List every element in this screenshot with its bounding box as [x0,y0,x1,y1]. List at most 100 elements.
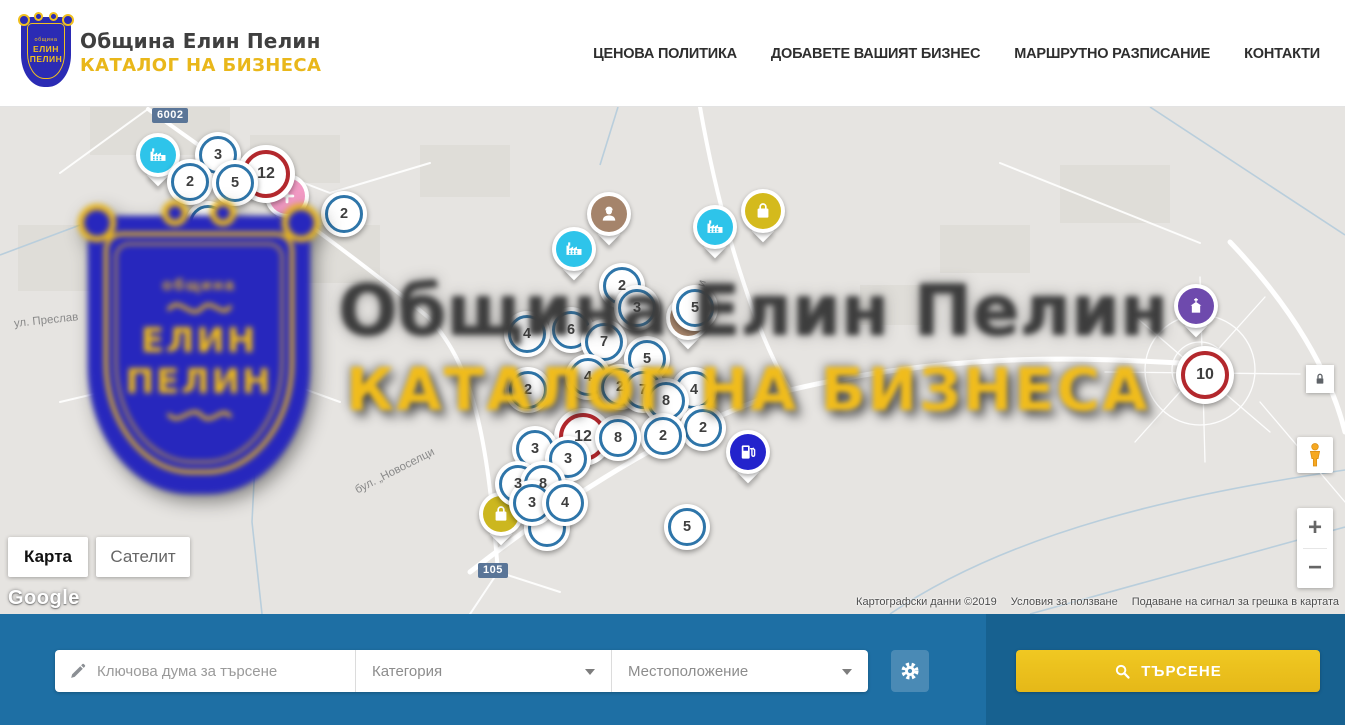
crest-name-line2: ПЕЛИН [30,55,63,65]
cluster-count: 4 [584,369,592,385]
search-fields-group: Категория Местоположение [55,650,868,692]
location-dropdown-label: Местоположение [628,663,748,680]
cluster-marker[interactable]: 4 [504,311,550,357]
pencil-icon [68,662,87,681]
search-bar: Категория Местоположение ТЪРСЕНЕ [0,614,1345,725]
cluster-count: 8 [662,393,670,409]
zoom-in-button[interactable]: + [1297,508,1333,548]
site-title: Община Елин Пелин [80,29,321,53]
cluster-marker[interactable]: 5 [664,504,710,550]
cluster-marker[interactable]: 2 [505,367,551,413]
cluster-count: 5 [683,519,691,535]
cluster-count: 4 [561,495,569,511]
map-attribution: Картографски данни ©2019 Условия за полз… [856,596,1339,608]
pin-church-marker[interactable] [1174,284,1218,344]
cluster-count: 3 [633,300,641,316]
cluster-marker[interactable]: 2 [640,413,686,459]
cluster-count: 2 [186,174,194,190]
site-subtitle: КАТАЛОГ НА БИЗНЕСА [80,55,321,76]
cluster-count: 4 [523,326,531,342]
category-dropdown-label: Категория [372,663,442,680]
cluster-marker[interactable]: 2 [321,191,367,237]
brand-logo[interactable]: община ЕЛИН ПЕЛИН Община Елин Пелин КАТА… [22,18,321,86]
map-type-satellite-button[interactable]: Сателит [96,537,190,577]
zoom-out-button[interactable]: − [1297,549,1333,589]
cluster-count: 12 [574,428,592,446]
cluster-count: 2 [618,278,626,294]
crest-obshtina-text: община [35,37,58,43]
zoom-control: + − [1297,508,1333,588]
crest-scroll-ornament [49,12,58,21]
factory-icon [697,209,733,245]
pin-factory-marker[interactable] [552,227,596,287]
cluster-marker[interactable]: 4 [542,480,588,526]
crest-scroll-ornament [34,12,43,21]
advanced-settings-button[interactable] [891,650,929,692]
gear-icon [899,660,921,682]
cluster-count: 3 [214,147,222,163]
lock-button[interactable] [1306,365,1334,393]
cluster-count: 2 [699,420,707,436]
keyword-search-input[interactable] [97,663,337,680]
cluster-marker[interactable]: 5 [672,285,718,331]
padlock-icon [1312,371,1328,387]
location-dropdown[interactable]: Местоположение [612,650,868,692]
attribution-copyright: Картографски данни ©2019 [856,596,997,608]
street-view-pegman-button[interactable] [1297,437,1333,473]
pin-factory-marker[interactable] [693,205,737,265]
pin-fuel-marker[interactable] [726,430,770,490]
nav-item-add-business[interactable]: ДОБАВЕТЕ ВАШИЯТ БИЗНЕС [771,46,980,62]
cluster-count: 2 [659,428,667,444]
nav-item-contacts[interactable]: КОНТАКТИ [1244,46,1320,62]
cluster-marker[interactable]: 2 [167,159,213,205]
cluster-count: 8 [614,430,622,446]
nav-item-pricing[interactable]: ЦЕНОВА ПОЛИТИКА [593,46,737,62]
cluster-count: 5 [691,300,699,316]
markers-layer: 321252235647542274822128333834510 [0,107,1345,614]
pin-bag-marker[interactable] [741,189,785,249]
search-icon [1114,663,1131,680]
cluster-count: 12 [257,165,275,183]
map-canvas[interactable]: 6002 105 ул. Преслав бул. „Новоселци ции… [0,107,1345,614]
cluster-marker[interactable]: 2 [680,405,726,451]
cluster-count: 3 [514,476,522,492]
google-logo[interactable]: Google [8,587,80,610]
attribution-report-link[interactable]: Подаване на сигнал за грешка в картата [1132,596,1339,608]
cluster-count: 3 [564,451,572,467]
cluster-count: 3 [531,441,539,457]
main-nav: ЦЕНОВА ПОЛИТИКА ДОБАВЕТЕ ВАШИЯТ БИЗНЕС М… [593,0,1320,107]
header: община ЕЛИН ПЕЛИН Община Елин Пелин КАТА… [0,0,1345,107]
nav-item-bus-schedule[interactable]: МАРШРУТНО РАЗПИСАНИЕ [1014,46,1210,62]
cluster-count: 2 [524,382,532,398]
cluster-count: 5 [643,351,651,367]
cluster-marker[interactable]: 10 [1176,346,1234,404]
cluster-marker[interactable] [185,201,231,247]
page: община ЕЛИН ПЕЛИН Община Елин Пелин КАТА… [0,0,1345,725]
chevron-down-icon [842,669,852,675]
chevron-down-icon [585,669,595,675]
cluster-count: 7 [600,334,608,350]
cluster-marker[interactable]: 5 [212,160,258,206]
keyword-field-wrap [55,650,356,692]
worker-icon [591,196,627,232]
cluster-marker[interactable]: 8 [595,415,641,461]
cluster-count: 10 [1196,366,1214,384]
factory-icon [556,231,592,267]
cluster-count: 5 [231,175,239,191]
search-button-label: ТЪРСЕНЕ [1141,663,1222,680]
fuel-icon [730,434,766,470]
attribution-terms-link[interactable]: Условия за ползване [1011,596,1118,608]
cluster-count: 3 [528,495,536,511]
cluster-count: 6 [567,322,575,338]
cluster-count: 2 [616,379,624,395]
pegman-icon [1304,442,1326,468]
cluster-count: 4 [690,382,698,398]
cluster-count: 8 [539,476,547,492]
church-icon [1178,288,1214,324]
cluster-count: 2 [340,206,348,222]
map-type-map-button[interactable]: Карта [8,537,88,577]
search-button[interactable]: ТЪРСЕНЕ [1016,650,1320,692]
municipality-crest-icon: община ЕЛИН ПЕЛИН [22,18,70,86]
category-dropdown[interactable]: Категория [356,650,612,692]
cluster-count: 7 [639,382,647,398]
